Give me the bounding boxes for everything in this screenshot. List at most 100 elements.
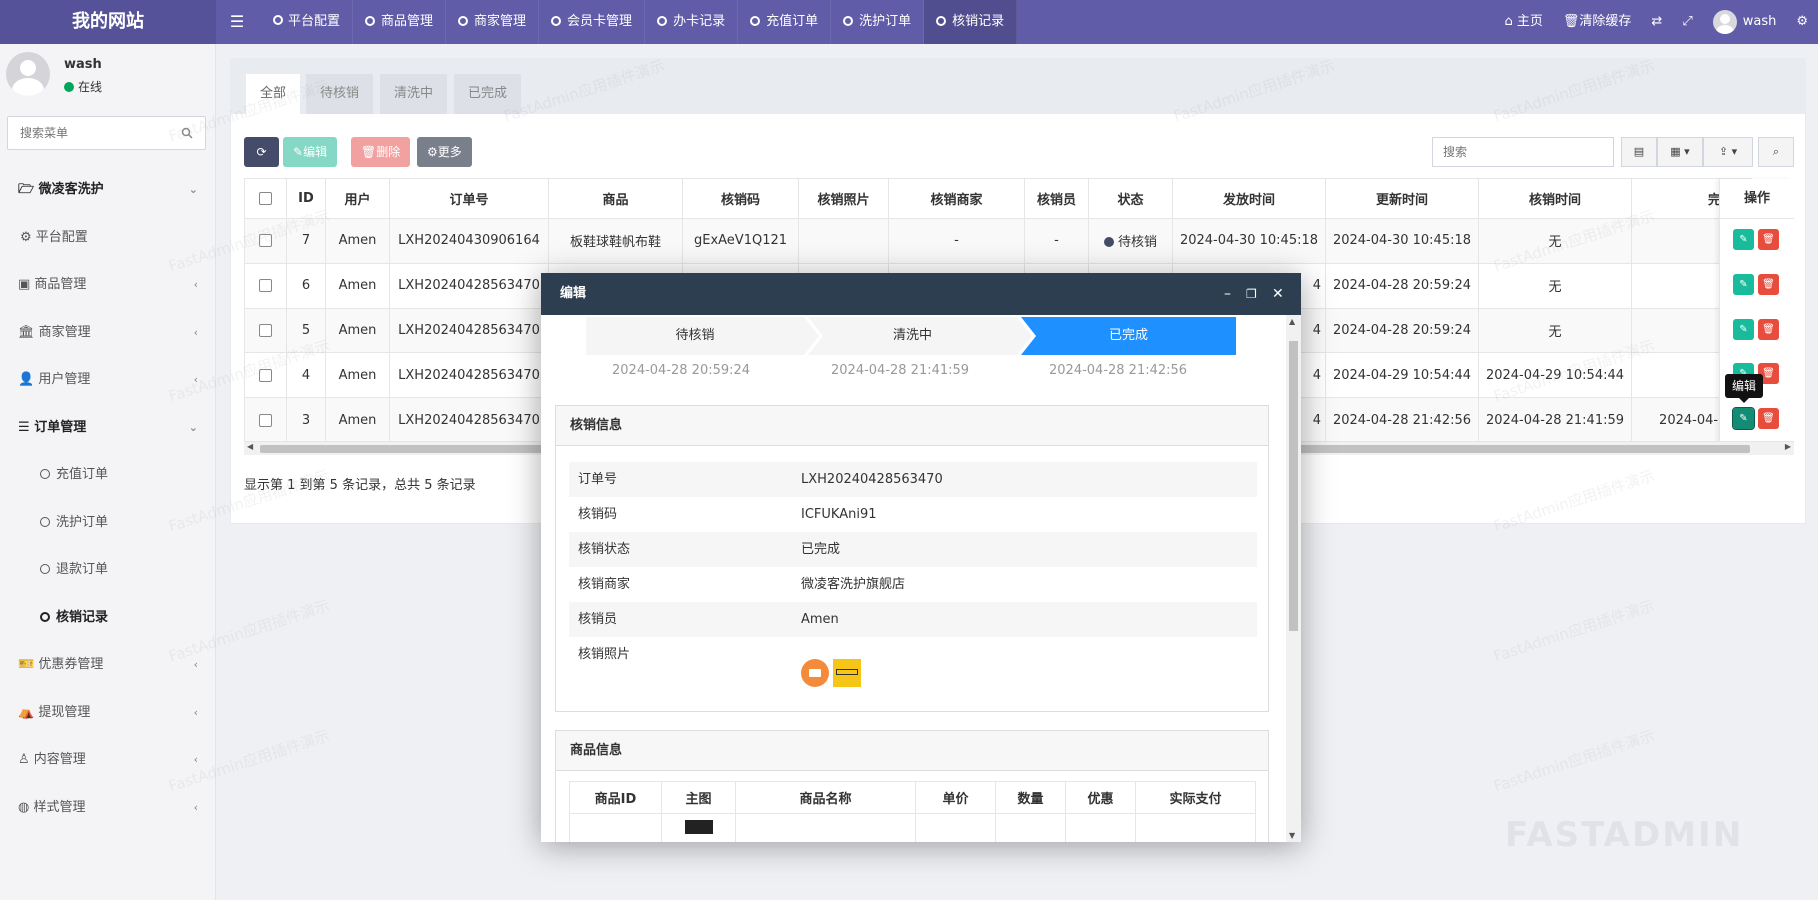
sidebar-item-coupons[interactable]: 🎫 优惠券管理 ‹ — [0, 641, 216, 689]
sidebar-item-merchant[interactable]: 🏛 商家管理 ‹ — [0, 309, 216, 357]
menu-toggle-icon[interactable]: ☰ — [216, 0, 258, 44]
sidebar-item-users[interactable]: 👤 用户管理 ‹ — [0, 356, 216, 404]
tab-completed[interactable]: 已完成 — [454, 74, 522, 114]
scroll-left-arrow-icon[interactable]: ◀ — [247, 442, 253, 451]
home-link[interactable]: ⌂ 主页 — [1494, 0, 1552, 44]
refresh-button[interactable]: ⟳ — [244, 137, 279, 167]
sidebar-item-weilingke[interactable]: 🗁 微凌客洗护 ⌄ — [0, 166, 216, 214]
sidebar-item-withdraw[interactable]: ⛺ 提现管理 ‹ — [0, 689, 216, 737]
topnav-wash-orders[interactable]: 洗护订单 — [831, 0, 925, 44]
topnav-goods[interactable]: 商品管理 — [353, 0, 447, 44]
fullscreen-icon[interactable]: ⤢ — [1672, 0, 1702, 44]
sidebar-item-recharge-orders[interactable]: 充值订单 — [0, 451, 216, 499]
row-edit-button[interactable]: ✎ — [1733, 274, 1754, 295]
topnav-recharge-orders[interactable]: 充值订单 — [738, 0, 832, 44]
site-logo[interactable]: 我的网站 — [0, 0, 216, 44]
col-header[interactable]: 商品 — [548, 178, 683, 219]
chevron-left-icon: ‹ — [193, 278, 198, 291]
row-delete-button[interactable]: 🗑 — [1758, 408, 1779, 429]
col-header[interactable]: 状态 — [1088, 178, 1173, 219]
row-delete-button[interactable]: 🗑 — [1758, 319, 1779, 340]
sidebar-item-platform-config[interactable]: ⚙ 平台配置 — [0, 214, 216, 262]
step-washing-time: 2024-04-28 21:41:59 — [831, 363, 970, 378]
col-header[interactable]: 用户 — [325, 178, 390, 219]
col-header: 商品名称 — [735, 781, 916, 814]
sidebar-item-orders[interactable]: ☰ 订单管理 ⌄ — [0, 404, 216, 452]
online-dot-icon — [64, 82, 74, 92]
topnav-merchant[interactable]: 商家管理 — [446, 0, 540, 44]
select-all-checkbox[interactable] — [259, 192, 272, 205]
table-search-input[interactable] — [1433, 138, 1603, 166]
tab-all[interactable]: 全部 — [246, 74, 301, 114]
verify-photo-thumbnail[interactable] — [801, 659, 829, 687]
status-dot-icon — [1103, 237, 1114, 248]
scrollbar-thumb[interactable] — [1289, 341, 1298, 631]
topnav-platform-config[interactable]: 平台配置 — [260, 0, 354, 44]
col-header[interactable]: ID — [286, 178, 326, 219]
cell-issued: 2024-04-30 10:45:18 — [1172, 218, 1326, 264]
export-button[interactable]: ⇪ ▾ — [1703, 137, 1753, 167]
close-icon[interactable]: ✕ — [1272, 273, 1284, 315]
info-row: 核销码 ICFUKAni91 — [578, 507, 877, 522]
sidebar-item-refund-orders[interactable]: 退款订单 — [0, 546, 216, 594]
row-checkbox[interactable] — [259, 323, 272, 337]
columns-button[interactable]: ▦ ▾ — [1657, 137, 1703, 167]
more-button[interactable]: ⚙更多 — [417, 137, 472, 167]
row-checkbox[interactable] — [259, 413, 272, 427]
edit-button[interactable]: ✎编辑 — [283, 137, 338, 167]
topnav-member-card[interactable]: 会员卡管理 — [539, 0, 646, 44]
settings-gear-icon[interactable]: ⚙ — [1786, 0, 1818, 44]
maximize-icon[interactable]: ❐ — [1246, 273, 1257, 315]
row-edit-button[interactable]: ✎ — [1732, 407, 1755, 430]
row-checkbox[interactable] — [259, 279, 272, 293]
scroll-up-arrow-icon[interactable]: ▲ — [1289, 317, 1295, 326]
clear-cache-button[interactable]: 🗑清除缓存 — [1553, 0, 1642, 44]
verify-photo-thumbnail[interactable] — [833, 659, 861, 687]
menu-search-input[interactable] — [8, 117, 168, 149]
modal-vertical-scrollbar[interactable]: ▲ ▼ — [1286, 315, 1301, 842]
sidebar-item-goods[interactable]: ▣ 商品管理 ‹ — [0, 261, 216, 309]
pencil-icon: ✎ — [1739, 234, 1748, 245]
col-header[interactable]: 订单号 — [389, 178, 549, 219]
tab-washing[interactable]: 清洗中 — [380, 74, 448, 114]
col-header[interactable]: 核销时间 — [1478, 178, 1632, 219]
row-delete-button[interactable]: 🗑 — [1758, 274, 1779, 295]
toggle-view-button[interactable]: ▤ — [1621, 137, 1657, 167]
delete-button[interactable]: 🗑删除 — [351, 137, 411, 167]
col-header[interactable]: 核销商家 — [888, 178, 1025, 219]
topnav-card-records[interactable]: 办卡记录 — [645, 0, 739, 44]
palette-icon: ◍ — [18, 799, 34, 815]
row-edit-button[interactable]: ✎ — [1733, 229, 1754, 250]
cell-updated: 2024-04-28 21:42:56 — [1325, 397, 1479, 443]
menu-search — [7, 116, 206, 150]
sidebar-item-verify-records[interactable]: 核销记录 — [0, 594, 216, 642]
col-header[interactable]: 核销码 — [682, 178, 799, 219]
col-header[interactable]: 发放时间 — [1172, 178, 1326, 219]
modal-title: 编辑 — [541, 273, 1301, 315]
row-delete-button[interactable]: 🗑 — [1758, 229, 1779, 250]
search-toggle-button[interactable]: ⌕ — [1758, 137, 1794, 167]
sidebar-item-wash-orders[interactable]: 洗护订单 — [0, 499, 216, 547]
row-edit-button[interactable]: ✎ — [1733, 319, 1754, 340]
col-header[interactable]: 核销照片 — [798, 178, 889, 219]
user-menu[interactable]: wash — [1703, 0, 1787, 44]
row-checkbox[interactable] — [259, 368, 272, 382]
minimize-icon[interactable]: – — [1224, 273, 1231, 315]
verify-info-panel: 核销信息 订单号 LXH20240428563470 核销码 ICFUKAni91 … — [555, 405, 1269, 712]
sidebar-item-content[interactable]: ♙ 内容管理 ‹ — [0, 736, 216, 784]
pencil-icon: ✎ — [293, 145, 304, 159]
tab-pending[interactable]: 待核销 — [306, 74, 374, 114]
col-header[interactable]: 核销员 — [1024, 178, 1089, 219]
col-header[interactable]: 更新时间 — [1325, 178, 1479, 219]
goods-cell — [1135, 813, 1256, 842]
chevron-left-icon: ‹ — [193, 658, 198, 671]
sidebar-item-styles[interactable]: ◍ 样式管理 ‹ — [0, 784, 216, 832]
search-icon[interactable] — [181, 127, 193, 139]
cell-id: 7 — [286, 218, 326, 264]
scroll-right-arrow-icon[interactable]: ▶ — [1785, 442, 1791, 451]
topnav-verify-records[interactable]: 核销记录 — [924, 0, 1018, 44]
translate-icon[interactable]: ⇄ — [1641, 0, 1672, 44]
scroll-down-arrow-icon[interactable]: ▼ — [1289, 831, 1295, 840]
bank-icon: ⛺ — [18, 704, 39, 720]
row-checkbox[interactable] — [259, 234, 272, 248]
